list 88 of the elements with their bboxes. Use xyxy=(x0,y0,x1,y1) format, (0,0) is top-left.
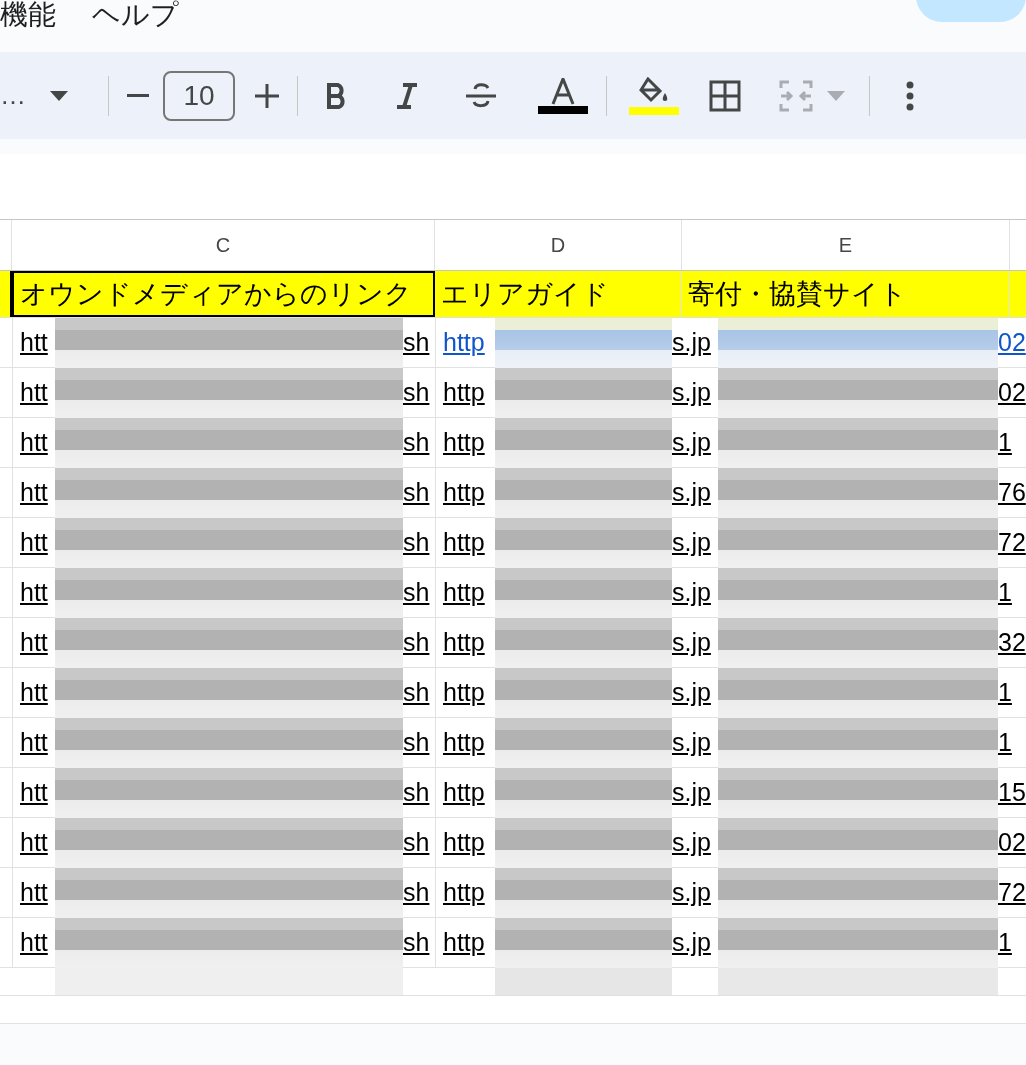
link-text[interactable]: 1 xyxy=(998,673,1012,712)
link-text[interactable]: s.jp xyxy=(672,623,718,662)
link-text[interactable]: s.jp xyxy=(672,873,718,912)
header-cell[interactable]: 寄付・協賛サイト xyxy=(682,271,1010,317)
fill-color-icon[interactable] xyxy=(629,76,679,115)
link-text[interactable]: http xyxy=(443,773,495,812)
link-text[interactable]: sh xyxy=(403,823,433,862)
minus-icon[interactable] xyxy=(127,93,149,98)
link-text[interactable]: s.jp xyxy=(672,323,718,362)
link-text[interactable]: sh xyxy=(403,423,433,462)
link-text[interactable]: sh xyxy=(403,623,433,662)
link-text[interactable]: http xyxy=(443,673,495,712)
menu-item[interactable]: 機能 xyxy=(0,0,56,36)
link-text[interactable]: 32 xyxy=(998,623,1026,662)
link-text[interactable]: 1 xyxy=(998,573,1012,612)
font-size-field[interactable]: 10 xyxy=(163,70,235,121)
link-text[interactable]: http xyxy=(443,523,495,562)
link-text[interactable]: s.jp xyxy=(672,373,718,412)
strikethrough-icon[interactable] xyxy=(466,81,496,110)
link-text[interactable]: http xyxy=(443,723,495,762)
link-text[interactable]: 76 xyxy=(998,473,1026,512)
caret-icon[interactable] xyxy=(50,90,68,101)
header-cell[interactable]: エリアガイド xyxy=(435,271,682,317)
link-text[interactable]: htt xyxy=(20,773,55,812)
link-text[interactable]: 1 xyxy=(998,723,1012,762)
link-text[interactable]: http xyxy=(443,923,495,962)
link-text[interactable]: htt xyxy=(20,423,55,462)
link-text[interactable]: http xyxy=(443,473,495,512)
menu-item[interactable]: ヘルプ xyxy=(92,0,179,36)
link-text[interactable]: sh xyxy=(403,473,433,512)
italic-icon[interactable] xyxy=(396,82,418,109)
link-text[interactable]: 15 xyxy=(998,773,1026,812)
link-text[interactable]: 1 xyxy=(998,923,1012,962)
link-text[interactable]: htt xyxy=(20,373,55,412)
link-text[interactable]: s.jp xyxy=(672,773,718,812)
link-text[interactable]: htt xyxy=(20,523,55,562)
table-cell[interactable] xyxy=(0,271,12,317)
link-text[interactable]: htt xyxy=(20,823,55,862)
link-text[interactable]: sh xyxy=(403,673,433,712)
link-text[interactable]: htt xyxy=(20,873,55,912)
link-text[interactable]: htt xyxy=(20,323,55,362)
link-text[interactable]: htt xyxy=(20,923,55,962)
link-text[interactable]: s.jp xyxy=(672,423,718,462)
column-header[interactable]: C xyxy=(12,220,435,270)
link-text[interactable]: sh xyxy=(403,323,433,362)
link-text[interactable]: sh xyxy=(403,723,433,762)
link-text[interactable]: htt xyxy=(20,723,55,762)
link-text[interactable]: http xyxy=(443,323,495,362)
link-text[interactable]: http xyxy=(443,573,495,612)
caret-icon xyxy=(827,90,845,101)
link-text[interactable]: sh xyxy=(403,773,433,812)
link-text[interactable]: s.jp xyxy=(672,473,718,512)
link-text[interactable]: s.jp xyxy=(672,673,718,712)
link-text[interactable]: s.jp xyxy=(672,923,718,962)
column-header[interactable]: D xyxy=(435,220,682,270)
link-text[interactable]: 02 xyxy=(998,323,1026,362)
link-text[interactable]: http xyxy=(443,823,495,862)
more-icon[interactable] xyxy=(906,80,914,111)
borders-icon[interactable] xyxy=(709,79,741,112)
bold-icon[interactable] xyxy=(326,82,348,109)
link-text[interactable]: htt xyxy=(20,573,55,612)
link-text[interactable]: 72 xyxy=(998,873,1026,912)
plus-icon[interactable] xyxy=(255,83,279,108)
link-text[interactable]: http xyxy=(443,623,495,662)
text-color-icon[interactable] xyxy=(538,77,588,114)
link-text[interactable]: sh xyxy=(403,573,433,612)
link-text[interactable]: htt xyxy=(20,623,55,662)
column-header[interactable]: E xyxy=(682,220,1010,270)
link-text[interactable]: htt xyxy=(20,673,55,712)
link-text[interactable]: http xyxy=(443,423,495,462)
link-text[interactable]: sh xyxy=(403,923,433,962)
link-text[interactable]: http xyxy=(443,873,495,912)
link-text[interactable]: http xyxy=(443,373,495,412)
link-text[interactable]: 02 xyxy=(998,373,1026,412)
header-cell[interactable]: オウンドメディアからのリンク xyxy=(12,271,435,317)
merge-cells-icon xyxy=(779,79,813,112)
link-text[interactable]: s.jp xyxy=(672,823,718,862)
link-text[interactable]: 02 xyxy=(998,823,1026,862)
link-text[interactable]: sh xyxy=(403,873,433,912)
link-text[interactable]: 72 xyxy=(998,523,1026,562)
link-text[interactable]: s.jp xyxy=(672,573,718,612)
link-text[interactable]: s.jp xyxy=(672,523,718,562)
table-cell[interactable] xyxy=(1010,271,1026,317)
link-text[interactable]: s.jp xyxy=(672,723,718,762)
link-text[interactable]: sh xyxy=(403,373,433,412)
link-text[interactable]: htt xyxy=(20,473,55,512)
link-text[interactable]: 1 xyxy=(998,423,1012,462)
link-text[interactable]: sh xyxy=(403,523,433,562)
